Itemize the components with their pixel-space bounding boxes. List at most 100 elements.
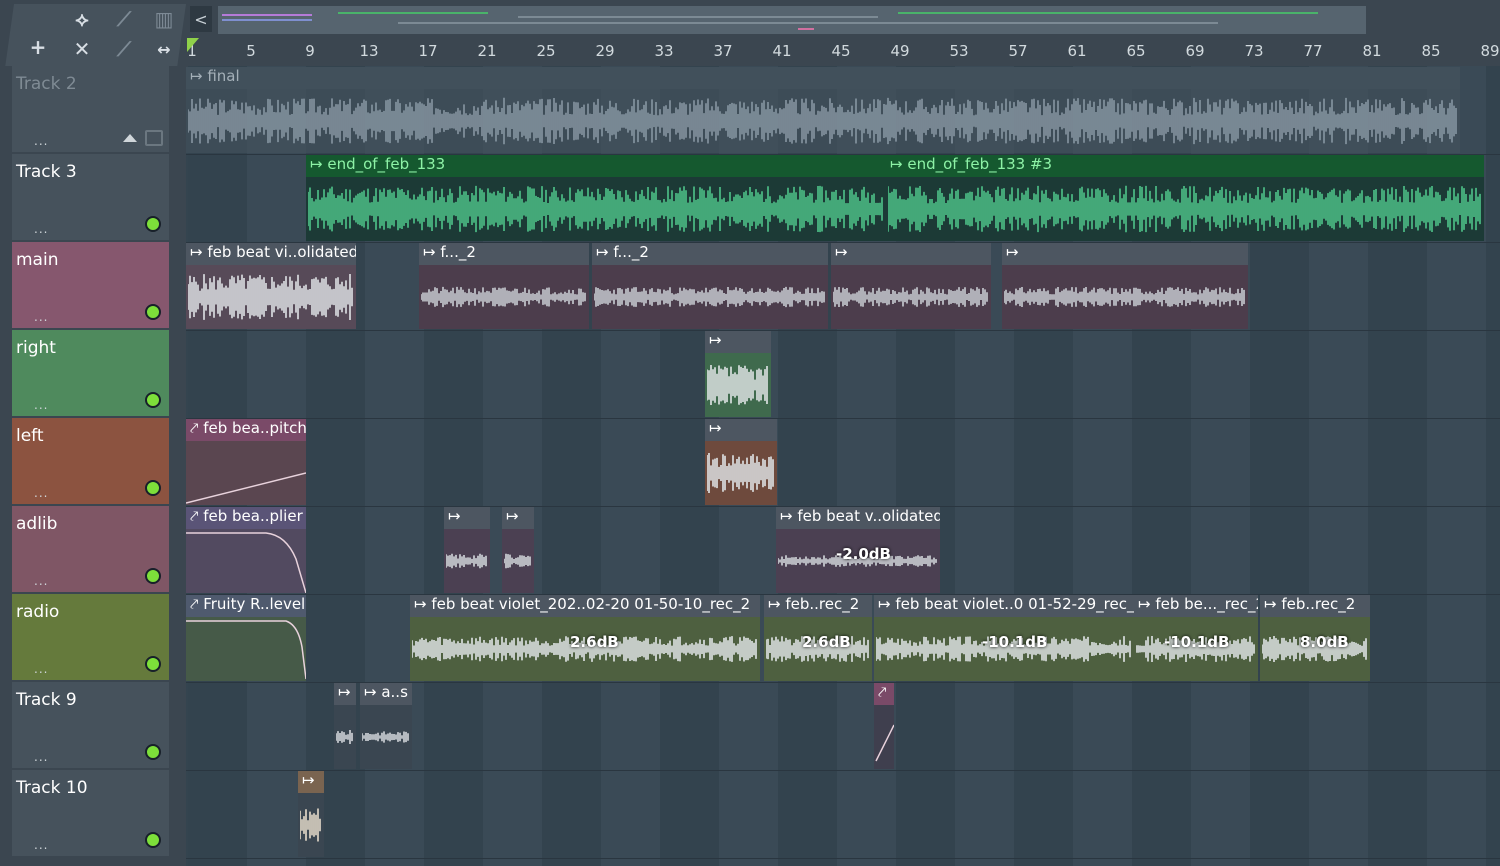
audio-clip[interactable]: ↦ xyxy=(705,331,771,417)
track-header[interactable]: Track 2... xyxy=(12,66,169,152)
track-mute-led[interactable] xyxy=(145,216,161,232)
track-options-icon[interactable]: ... xyxy=(34,750,48,764)
audio-clip-icon: ↦ xyxy=(709,331,722,349)
playhead-marker[interactable] xyxy=(187,38,199,52)
track-lane[interactable] xyxy=(186,418,1500,507)
lock-icon[interactable] xyxy=(145,130,163,146)
audio-clip[interactable]: ↦ feb beat violet..0 01-52-29_rec_ -10.1d… xyxy=(874,595,1134,681)
audio-clip[interactable]: ↦ feb be..._rec_2 -10.1dB xyxy=(1134,595,1258,681)
ruler-tick: 61 xyxy=(1067,42,1087,60)
automation-clip[interactable]: ⤤ Fruity R..level xyxy=(186,595,306,681)
audio-clip[interactable]: ↦ a..s xyxy=(360,683,412,769)
audio-clip-icon: ↦ xyxy=(310,155,328,173)
collapse-arrow-icon[interactable] xyxy=(123,134,137,142)
audio-clip[interactable]: ↦ xyxy=(298,771,324,857)
add-icon[interactable]: + xyxy=(22,34,54,60)
waveform xyxy=(707,453,774,493)
track-mute-led[interactable] xyxy=(145,832,161,848)
audio-clip[interactable]: ↦ end_of_feb_133 #3 xyxy=(886,155,1484,241)
clip-body xyxy=(186,441,306,505)
audio-clip[interactable]: ↦ xyxy=(831,243,991,329)
timeline-ruler[interactable]: 1 5 9 13 17 21 25 29 33 37 41 45 49 53 57 61 65 69 73 77 81 8… xyxy=(186,38,1500,66)
slice-icon[interactable]: ⟋ xyxy=(108,36,140,62)
ruler-tick: 45 xyxy=(831,42,851,60)
track-header[interactable]: radio... xyxy=(12,594,169,680)
piano-icon[interactable]: ▥ xyxy=(148,6,180,32)
stretch-icon[interactable]: ↔ xyxy=(148,36,180,62)
clip-title: ↦ feb..rec_2 xyxy=(764,595,872,617)
track-name: left xyxy=(16,426,44,446)
track-header[interactable]: right... xyxy=(12,330,169,416)
clip-body xyxy=(186,529,306,593)
audio-clip-icon: ↦ xyxy=(890,155,908,173)
clip-volume-label: 2.6dB xyxy=(570,633,619,651)
track-header[interactable]: Track 3... xyxy=(12,154,169,240)
track-options-icon[interactable]: ... xyxy=(34,134,48,148)
audio-clip-icon: ↦ xyxy=(302,771,315,789)
track-mute-led[interactable] xyxy=(145,392,161,408)
track-mute-led[interactable] xyxy=(145,480,161,496)
clip-title: ↦ feb beat vi..olidated) xyxy=(186,243,356,265)
audio-clip[interactable]: ↦ xyxy=(502,507,534,593)
waveform xyxy=(362,731,409,743)
clip-title: ⤤ feb bea..pitch xyxy=(186,419,306,441)
clip-body xyxy=(705,353,771,417)
waveform xyxy=(300,808,321,842)
track-mute-led[interactable] xyxy=(145,656,161,672)
track-options-icon[interactable]: ... xyxy=(34,310,48,324)
delete-icon[interactable]: ✕ xyxy=(66,36,98,62)
track-options-icon[interactable]: ... xyxy=(34,662,48,676)
track-options-icon[interactable]: ... xyxy=(34,838,48,852)
track-lane[interactable] xyxy=(186,770,1500,859)
audio-clip[interactable]: ↦ end_of_feb_133 xyxy=(306,155,886,241)
playlist-overview[interactable] xyxy=(218,6,1366,34)
track-header[interactable]: adlib... xyxy=(12,506,169,592)
waveform xyxy=(336,730,353,744)
audio-clip[interactable]: ↦ feb beat vi..olidated) xyxy=(186,243,356,329)
audio-clip[interactable]: ↦ f..._2 xyxy=(419,243,589,329)
track-options-icon[interactable]: ... xyxy=(34,398,48,412)
track-header[interactable]: main... xyxy=(12,242,169,328)
track-name: Track 2 xyxy=(16,74,77,94)
playlist-grid[interactable]: ↦ final ↦ end_of_feb_133 ↦ end_of_feb_133 … xyxy=(186,66,1500,866)
track-options-icon[interactable]: ... xyxy=(34,222,48,236)
ruler-tick: 13 xyxy=(359,42,379,60)
waveform xyxy=(308,185,883,233)
automation-clip[interactable]: ⤤ feb bea..plier xyxy=(186,507,306,593)
track-mute-led[interactable] xyxy=(145,304,161,320)
ruler-tick: 17 xyxy=(418,42,438,60)
audio-clip[interactable]: ↦ xyxy=(1002,243,1248,329)
clip-label: Fruity R..level xyxy=(203,595,306,613)
track-header[interactable]: left... xyxy=(12,418,169,504)
audio-clip[interactable]: ↦ feb beat v..olidated) -2.0dB xyxy=(776,507,940,593)
track-options-icon[interactable]: ... xyxy=(34,574,48,588)
clip-body xyxy=(705,441,777,505)
audio-clip[interactable]: ↦ feb..rec_2 2.6dB xyxy=(764,595,872,681)
audio-clip-icon: ↦ xyxy=(506,507,519,525)
automation-clip[interactable]: ⤤ xyxy=(874,683,894,769)
clip-label: a..s xyxy=(381,683,408,701)
track-mute-led[interactable] xyxy=(145,568,161,584)
audio-clip[interactable]: ↦ feb beat violet_202..02-20 01-50-10_re… xyxy=(410,595,760,681)
audio-clip[interactable]: ↦ xyxy=(705,419,777,505)
curve-icon[interactable]: ⟋ xyxy=(108,6,140,32)
track-header[interactable]: Track 9... xyxy=(12,682,169,768)
audio-clip[interactable]: ↦ f..._2 xyxy=(592,243,828,329)
clip-title: ↦ f..._2 xyxy=(592,243,828,265)
clip-title: ↦ end_of_feb_133 xyxy=(306,155,886,177)
automation-icon: ⤤ xyxy=(190,419,204,437)
audio-clip-final[interactable]: ↦ final xyxy=(186,67,1460,153)
clip-body xyxy=(419,265,589,329)
track-header[interactable]: Track 10... xyxy=(12,770,169,856)
automation-icon: ⤤ xyxy=(190,595,204,613)
audio-clip[interactable]: ↦ xyxy=(334,683,356,769)
track-options-icon[interactable]: ... xyxy=(34,486,48,500)
automation-clip[interactable]: ⤤ feb bea..pitch xyxy=(186,419,306,505)
track-mute-led[interactable] xyxy=(145,744,161,760)
waveform-icon[interactable]: ⟡ xyxy=(66,6,98,32)
audio-clip[interactable]: ↦ feb..rec_2 8.0dB xyxy=(1260,595,1370,681)
track-lane[interactable] xyxy=(186,330,1500,419)
clip-body: -10.1dB xyxy=(1134,617,1258,681)
audio-clip[interactable]: ↦ xyxy=(444,507,490,593)
scroll-left-button[interactable]: < xyxy=(190,6,212,32)
